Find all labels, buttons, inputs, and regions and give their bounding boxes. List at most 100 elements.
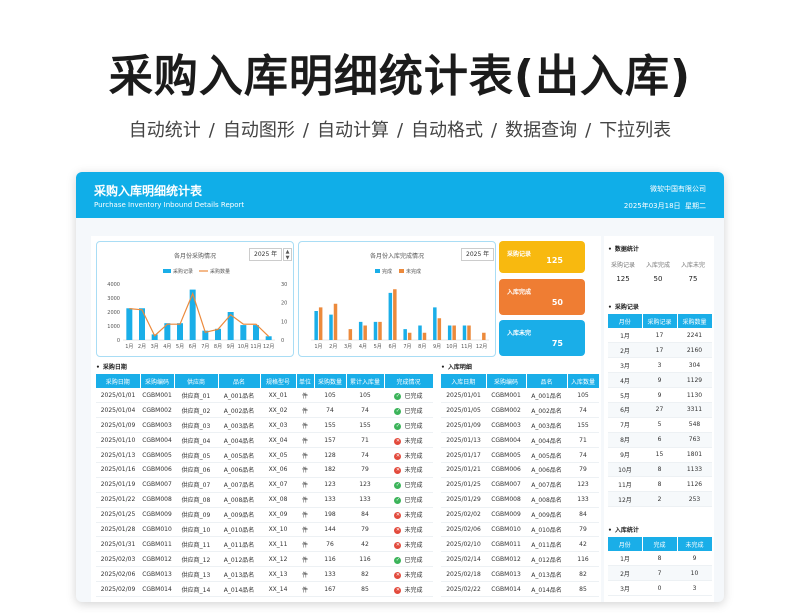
x-tick-label: 8月: [418, 344, 426, 350]
table-cell: 2025/01/29: [441, 492, 486, 508]
table-row[interactable]: 8月 6 763: [608, 432, 712, 448]
table-cell: 133: [346, 492, 384, 508]
column-header[interactable]: 完成: [642, 537, 678, 551]
x-tick-label: 4月: [163, 344, 171, 350]
legend-swatch: [375, 269, 380, 273]
table-cell: 42: [346, 536, 384, 553]
table-cell: 供应商_04: [174, 432, 218, 449]
table-row[interactable]: 2025/01/04 CGBM002 供应商_02 A_002品名 XX_02 件 74 74…: [96, 402, 433, 419]
column-header[interactable]: 供应商: [174, 374, 219, 388]
column-header[interactable]: 月份: [608, 537, 643, 551]
table-cell: 1130: [677, 387, 712, 403]
table-cell: A_008品名: [526, 492, 567, 508]
column-header[interactable]: 采购数量: [677, 314, 713, 328]
column-header[interactable]: 月份: [608, 314, 643, 328]
table-row[interactable]: 2025/01/05 CGBM002 A_002品名 74: [441, 402, 599, 419]
column-header[interactable]: 采购数量: [314, 374, 347, 388]
table-row[interactable]: 2025/01/09 CGBM003 供应商_03 A_003品名 XX_03 件 155 1…: [96, 417, 433, 434]
table-row[interactable]: 11月 8 1126: [608, 476, 712, 493]
table-cell: 供应商_13: [174, 566, 218, 583]
table-row[interactable]: 2025/01/25 CGBM009 供应商_09 A_009品名 XX_09 件 198 8…: [96, 507, 433, 523]
column-header[interactable]: 采购日期: [96, 374, 141, 388]
table-row[interactable]: 2025/01/25 CGBM007 A_007品名 123: [441, 477, 599, 493]
table-row[interactable]: 3月 0 3: [608, 580, 712, 597]
table-row[interactable]: 2025/01/13 CGBM005 供应商_05 A_005品名 XX_05 件 128 7…: [96, 447, 433, 463]
table-row[interactable]: 2025/01/16 CGBM006 供应商_06 A_006品名 XX_06 件 182 7…: [96, 462, 433, 478]
table-row[interactable]: 2025/02/02 CGBM009 A_009品名 84: [441, 507, 599, 523]
table-row[interactable]: 2025/02/03 CGBM012 供应商_12 A_012品名 XX_12 件 116 1…: [96, 551, 433, 568]
table-row[interactable]: 10月 8 1133: [608, 462, 712, 478]
table-cell: 2025/01/09: [441, 417, 486, 434]
bar: [462, 325, 467, 340]
table-row[interactable]: 9月 15 1801: [608, 447, 712, 463]
table-cell: 4月: [608, 372, 642, 389]
table-row[interactable]: 2025/02/14 CGBM012 A_012品名 116: [441, 551, 599, 568]
table-cell: 3311: [677, 402, 712, 418]
table-cell: 2025/02/03: [96, 551, 140, 568]
column-header[interactable]: 采购编码: [486, 374, 527, 388]
table-row[interactable]: 2025/01/09 CGBM003 A_003品名 155: [441, 417, 599, 434]
column-header[interactable]: 品名: [218, 374, 261, 388]
column-header[interactable]: 采购记录: [642, 314, 678, 328]
table-row[interactable]: 2025/01/28 CGBM010 供应商_10 A_010品名 XX_10 件 144 7…: [96, 522, 433, 538]
table-cell: 件: [296, 551, 314, 568]
table-cell: 85: [567, 581, 599, 597]
table-cell: 6: [642, 432, 677, 448]
table-cell: A_008品名: [218, 492, 260, 508]
table-row[interactable]: 1月 8 9: [608, 551, 712, 567]
table-row[interactable]: 2025/01/13 CGBM004 A_004品名 71: [441, 432, 599, 449]
table-cell: 2025/01/01: [96, 388, 140, 404]
table-row[interactable]: 5月 9 1130: [608, 387, 712, 403]
table-cell: 5月: [608, 387, 642, 403]
table-row[interactable]: 2月 7 10: [608, 565, 712, 582]
table-cell: 8: [642, 462, 677, 478]
table-row[interactable]: 12月 2 253: [608, 491, 712, 508]
table-row[interactable]: 3月 3 304: [608, 357, 712, 374]
table-cell: 79: [346, 462, 384, 478]
column-header[interactable]: 品名: [526, 374, 568, 388]
legend-label: 采购记录: [173, 268, 193, 275]
table-row[interactable]: 2025/02/09 CGBM014 供应商_14 A_014品名 XX_14 件 167 8…: [96, 581, 433, 597]
feature-separator: /: [491, 120, 498, 141]
column-header[interactable]: 入库数量: [567, 374, 600, 388]
monthly-inbound-chart: 各月份入库完成情况 2025 年 完成 未完成 1月 2月 3月 4月 5月 6月 7月 8月 9月…: [298, 241, 496, 357]
column-header[interactable]: 规格型号: [260, 374, 297, 388]
legend-label: 完成: [382, 268, 392, 275]
x-tick-label: 9月: [433, 344, 441, 350]
column-header[interactable]: 入库日期: [441, 374, 487, 388]
table-cell: 155: [346, 417, 384, 434]
table-row[interactable]: 2025/01/17 CGBM005 A_005品名 74: [441, 447, 599, 463]
table-row[interactable]: 2025/01/01 CGBM001 A_001品名 105: [441, 388, 599, 404]
table-cell: 件: [296, 417, 314, 434]
column-header[interactable]: 未完成: [677, 537, 713, 551]
table-row[interactable]: 2025/01/01 CGBM001 供应商_01 A_001品名 XX_01 件 105 1…: [96, 388, 433, 404]
table-row[interactable]: 2025/01/10 CGBM004 供应商_04 A_004品名 XX_04 件 157 7…: [96, 432, 433, 449]
table-row[interactable]: 7月 5 548: [608, 417, 712, 433]
table-row[interactable]: 2025/01/19 CGBM007 供应商_07 A_007品名 XX_07 件 123 1…: [96, 477, 433, 493]
table-cell: 6月: [608, 402, 642, 418]
table-cell: 1133: [677, 462, 712, 478]
column-header[interactable]: 单位: [296, 374, 315, 388]
table-row[interactable]: 4月 9 1129: [608, 372, 712, 389]
table-cell: 2025/01/04: [96, 402, 140, 419]
column-header[interactable]: 累计入库量: [346, 374, 385, 388]
table-row[interactable]: 2025/02/06 CGBM013 供应商_13 A_013品名 XX_13 件 133 8…: [96, 566, 433, 583]
table-row[interactable]: 2月 17 2160: [608, 342, 712, 359]
bar: [240, 325, 247, 340]
table-row[interactable]: 2025/01/21 CGBM006 A_006品名 79: [441, 462, 599, 478]
table-cell: 2025/01/09: [96, 417, 140, 434]
table-row[interactable]: 2025/01/31 CGBM011 供应商_11 A_011品名 XX_11 件 76 42…: [96, 536, 433, 553]
table-row[interactable]: 2025/02/06 CGBM010 A_010品名 79: [441, 522, 599, 538]
table-row[interactable]: 1月 17 2241: [608, 328, 712, 344]
table-row[interactable]: 2025/02/10 CGBM011 A_011品名 42: [441, 536, 599, 553]
column-header[interactable]: 完成情况: [384, 374, 434, 388]
table-row[interactable]: 2025/01/29 CGBM008 A_008品名 133: [441, 492, 599, 508]
table-cell: CGBM013: [486, 566, 526, 583]
table-cell: 件: [296, 507, 314, 523]
table-cell: 件: [296, 536, 314, 553]
table-row[interactable]: 2025/02/22 CGBM014 A_014品名 85: [441, 581, 599, 597]
column-header[interactable]: 采购编码: [140, 374, 175, 388]
table-row[interactable]: 2025/01/22 CGBM008 供应商_08 A_008品名 XX_08 件 133 1…: [96, 492, 433, 508]
table-row[interactable]: 2025/02/18 CGBM013 A_013品名 82: [441, 566, 599, 583]
table-row[interactable]: 6月 27 3311: [608, 402, 712, 418]
